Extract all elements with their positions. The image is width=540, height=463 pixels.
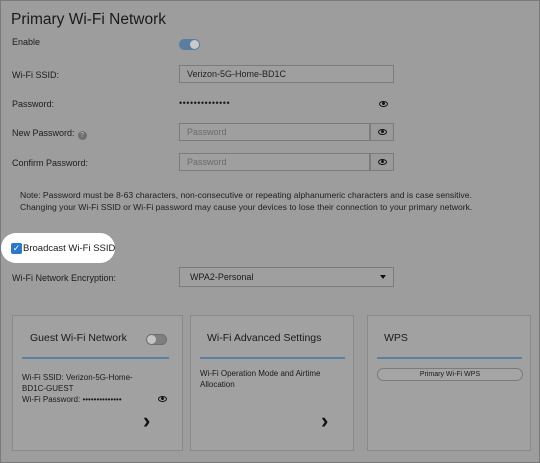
wifi-settings-panel: Primary Wi-Fi Network Enable Wi-Fi SSID:…	[0, 0, 540, 463]
advanced-card-title: Wi-Fi Advanced Settings	[207, 332, 322, 344]
new-password-label: New Password:	[12, 128, 75, 138]
guest-ssid: Wi-Fi SSID: Verizon-5G-Home-BD1C-GUEST	[22, 373, 133, 393]
advanced-settings-card[interactable]: Wi-Fi Advanced Settings Wi-Fi Operation …	[190, 315, 354, 451]
advanced-desc: Wi-Fi Operation Mode and Airtime Allocat…	[200, 369, 321, 389]
chevron-down-icon	[380, 275, 386, 279]
show-password-icon[interactable]	[379, 101, 388, 107]
ssid-label: Wi-Fi SSID:	[12, 70, 59, 80]
confirm-password-label: Confirm Password:	[12, 158, 89, 168]
enable-toggle[interactable]	[179, 39, 200, 50]
card-divider	[22, 357, 169, 359]
enable-label: Enable	[12, 37, 41, 47]
encryption-value: WPA2-Personal	[190, 272, 254, 282]
new-password-label-row: New Password:?	[12, 128, 87, 140]
broadcast-label: Broadcast Wi-Fi SSID	[23, 243, 116, 254]
page-title: Primary Wi-Fi Network	[11, 11, 166, 28]
eye-icon	[378, 159, 387, 165]
guest-toggle[interactable]	[146, 334, 167, 345]
password-value: ••••••••••••••	[179, 98, 231, 108]
ssid-input[interactable]: Verizon-5G-Home-BD1C	[179, 65, 394, 83]
card-divider	[377, 357, 522, 359]
guest-card-title: Guest Wi-Fi Network	[30, 332, 127, 344]
new-password-input[interactable]: Password	[179, 123, 370, 141]
encryption-label: Wi-Fi Network Encryption:	[12, 273, 117, 283]
wps-card-title: WPS	[384, 332, 408, 344]
guest-password: Wi-Fi Password: ••••••••••••••	[22, 395, 122, 404]
card-divider	[200, 357, 345, 359]
primary-wps-button[interactable]: Primary Wi-Fi WPS	[377, 368, 523, 381]
confirm-password-eye-button[interactable]	[370, 153, 394, 171]
help-icon[interactable]: ?	[77, 131, 87, 140]
chevron-right-icon[interactable]: ›	[321, 408, 328, 434]
chevron-right-icon[interactable]: ›	[143, 408, 150, 434]
password-note: Note: Password must be 8-63 characters, …	[20, 190, 473, 213]
confirm-password-input[interactable]: Password	[179, 153, 370, 171]
eye-icon	[378, 129, 387, 135]
toggle-knob	[190, 40, 199, 49]
broadcast-checkbox[interactable]: ✓	[11, 243, 22, 254]
password-label: Password:	[12, 99, 55, 109]
toggle-knob	[147, 335, 156, 344]
guest-wifi-card[interactable]: Guest Wi-Fi Network Wi-Fi SSID: Verizon-…	[12, 315, 183, 451]
show-password-icon[interactable]	[158, 396, 167, 402]
encryption-select[interactable]: WPA2-Personal	[179, 267, 394, 287]
wps-card[interactable]: WPS Primary Wi-Fi WPS	[367, 315, 531, 451]
new-password-eye-button[interactable]	[370, 123, 394, 141]
